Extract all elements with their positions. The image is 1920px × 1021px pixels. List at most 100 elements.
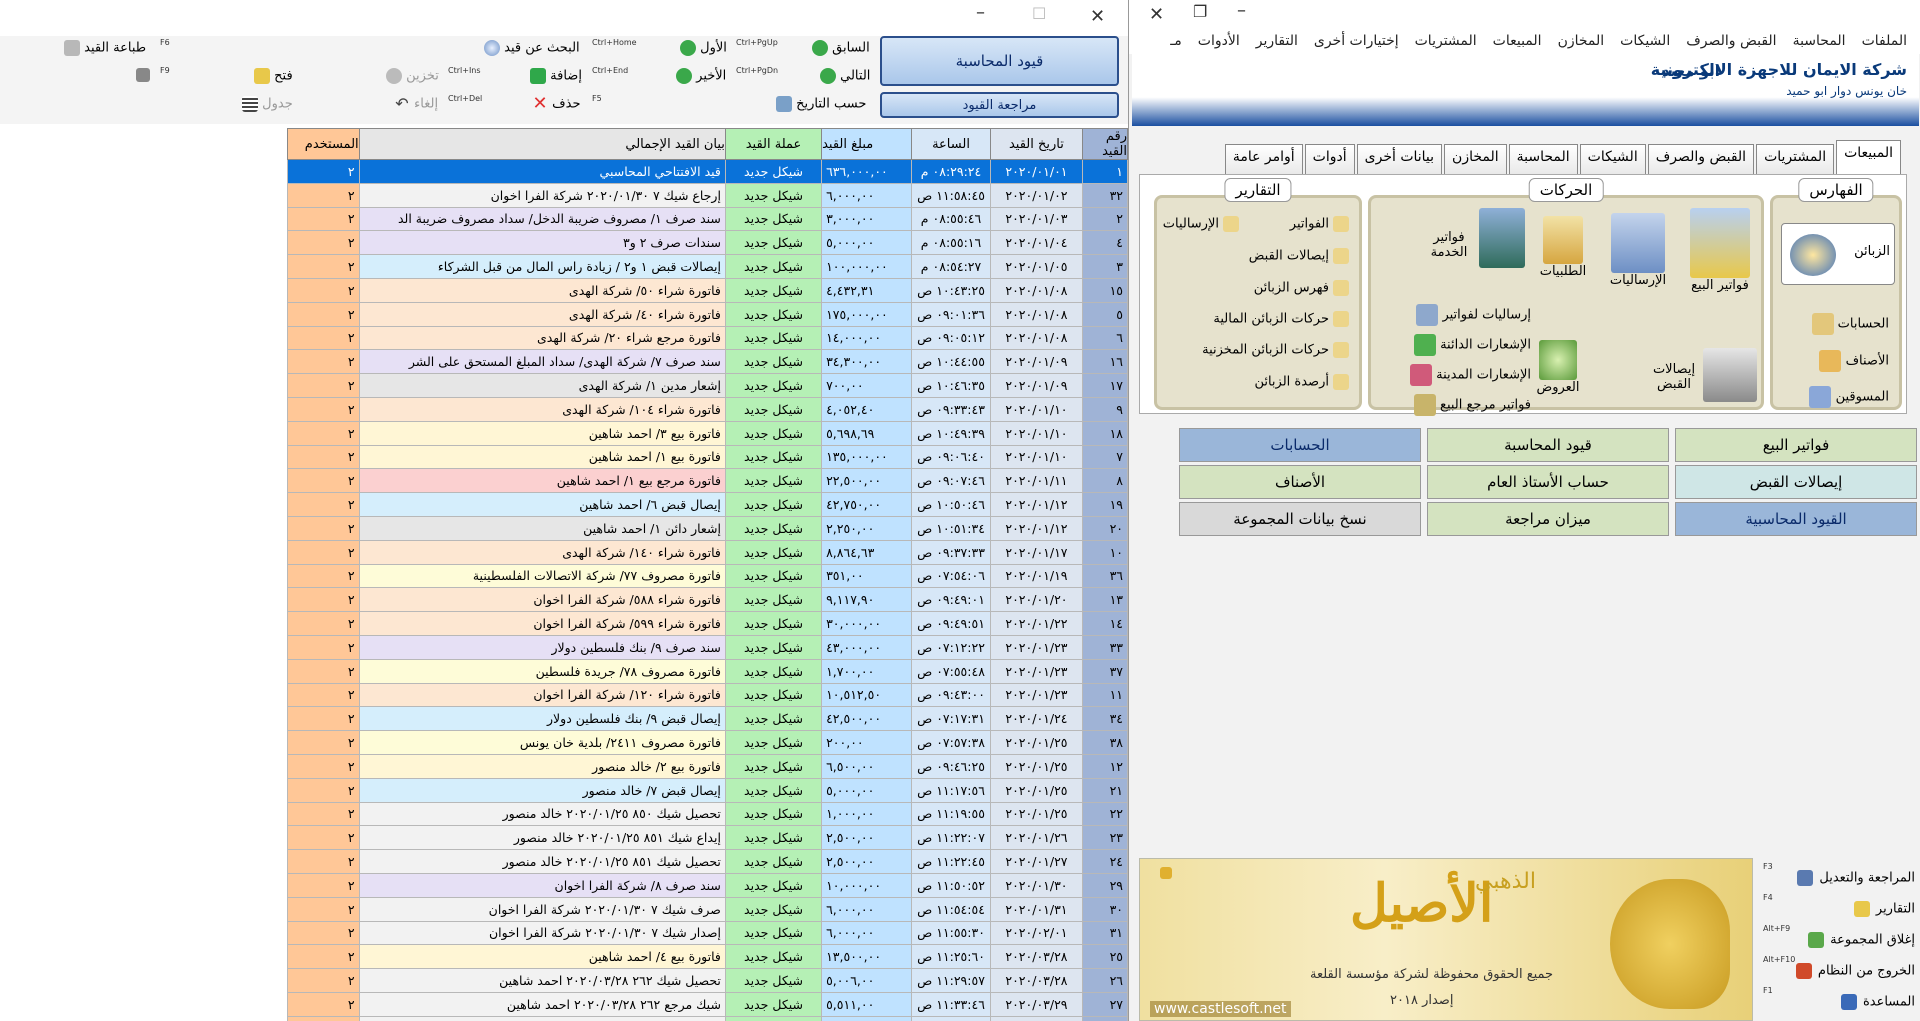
report-customers-index-item[interactable]: فهرس الزبائن	[1254, 280, 1349, 296]
table-row[interactable]: ٣ ٢٠٢٠/٠١/٠٥ ٠٨:٥٤:٢٧ م ١٠٠,٠٠٠,٠٠ شيكل جديد…	[287, 254, 1128, 279]
table-row[interactable]: ٢٨٢٠٢٠/٠٣/٢٩١١:٤٧:٥٠ ص٥,٠٠٠,٠٠شيكل جديدس…	[287, 1015, 1128, 1021]
credit-notes-item[interactable]: الإشعارات الدائنة	[1410, 334, 1531, 356]
journal-entries-button[interactable]: قيود المحاسبة	[880, 36, 1119, 86]
table-row[interactable]: ٨ ٢٠٢٠/٠١/١١ ٠٩:٠٧:٤٦ ص ٢٢,٥٠٠,٠٠ شيكل جديد ف…	[287, 468, 1128, 494]
quick-button[interactable]: القيود المحاسبية	[1675, 502, 1917, 536]
column-header[interactable]: المستخدم	[287, 128, 360, 160]
tab-item[interactable]: المشتريات	[1756, 144, 1835, 174]
accounts-item[interactable]: الحسابات	[1808, 313, 1889, 335]
menu-item[interactable]: الأدوات	[1190, 33, 1248, 49]
delete-button[interactable]: حذف ✕	[528, 95, 580, 113]
tab-item[interactable]: القبض والصرف	[1647, 144, 1755, 174]
minimize-icon[interactable]: –	[1237, 0, 1246, 21]
receipts-item[interactable]: إيصالات القبض	[1647, 348, 1757, 402]
menu-item[interactable]: المخازن	[1550, 33, 1613, 49]
report-customer-financial-item[interactable]: حركات الزبائن المالية	[1213, 311, 1349, 327]
quick-button[interactable]: ميزان مراجعة	[1427, 502, 1669, 536]
next-button[interactable]: التالي	[816, 68, 870, 84]
side-button[interactable]: المراجعة والتعديل	[1797, 870, 1915, 886]
dispatches-item[interactable]: الإرساليات	[1601, 213, 1675, 288]
column-header[interactable]: الساعة	[911, 128, 991, 160]
menu-item[interactable]: إختيارات أخرى	[1306, 33, 1407, 49]
table-row[interactable]: ٦ ٢٠٢٠/٠١/٠٨ ٠٩:٠٥:١٢ ص ١٤,٠٠٠,٠٠ شيكل جديد ف…	[287, 325, 1128, 351]
save-button[interactable]: تخزين	[382, 68, 439, 84]
marketers-item[interactable]: المسوقين	[1805, 386, 1889, 408]
open-button[interactable]: فتح	[250, 68, 293, 84]
menu-item[interactable]: القبض والصرف	[1678, 33, 1784, 49]
table-row[interactable]: ١٢ ٢٠٢٠/٠١/٢٥ ٠٩:٤٦:٢٥ ص ٦,٥٠٠,٠٠ شيكل جديد ف…	[287, 753, 1128, 779]
table-row[interactable]: ٣١ ٢٠٢٠/٠٢/٠١ ١١:٥٥:٣٠ ص ٦,٠٠٠,٠٠ شيكل جديد إ…	[287, 920, 1128, 946]
close-icon[interactable]: ✕	[1090, 6, 1105, 27]
first-button[interactable]: الأول	[676, 40, 727, 56]
dispatch-invoices-item[interactable]: إرساليات لفواتير	[1412, 304, 1531, 326]
by-date-button[interactable]: حسب التاريخ	[772, 96, 866, 112]
table-row[interactable]: ٣٣ ٢٠٢٠/٠١/٢٣ ٠٧:١٢:٢٢ ص ٤٣,٠٠٠,٠٠ شيكل جديد…	[287, 634, 1128, 660]
items-item[interactable]: الأصناف	[1815, 350, 1889, 372]
side-button[interactable]: المساعدة	[1840, 994, 1915, 1010]
table-row[interactable]: ٢٥ ٢٠٢٠/٠٣/٢٨ ١١:٢٥:٦٠ ص ١٣,٥٠٠,٠٠ شيكل جديد…	[287, 944, 1128, 970]
quick-button[interactable]: نسخ بيانات المجموعة	[1179, 502, 1421, 536]
table-row[interactable]: ١١ ٢٠٢٠/٠١/٢٣ ٠٩:٤٣:٠٠ ص ١٠,٥١٢,٥٠ شيكل جديد…	[287, 682, 1128, 708]
table-row[interactable]: ٩ ٢٠٢٠/٠١/١٠ ٠٩:٣٣:٤٣ ص ٤,٠٥٢,٤٠ شيكل جديد فا…	[287, 396, 1128, 422]
quick-button[interactable]: إيصالات القبض	[1675, 465, 1917, 499]
quick-button[interactable]: فواتير البيع	[1675, 428, 1917, 462]
table-button[interactable]: جدول	[238, 96, 293, 112]
add-button[interactable]: إضافة	[526, 68, 582, 84]
side-button[interactable]: الخروج من النظام	[1795, 963, 1915, 979]
table-row[interactable]: ١٥ ٢٠٢٠/٠١/٠٨ ١٠:٤٣:٢٥ ص ٤,٤٣٢,٣١ شيكل جديد ف…	[287, 277, 1128, 303]
table-row[interactable]: ١٣ ٢٠٢٠/٠١/٢٠ ٠٩:٤٩:٠١ ص ٩,١١٧,٩٠ شيكل جديد ف…	[287, 587, 1128, 613]
table-row[interactable]: ٢٤ ٢٠٢٠/٠١/٢٧ ١١:٢٢:٤٥ ص ٢,٥٠٠,٠٠ شيكل جديد ت…	[287, 849, 1128, 874]
maximize-icon[interactable]: ☐	[1032, 4, 1046, 23]
table-row[interactable]: ٢٠ ٢٠٢٠/٠١/١٢ ١٠:٥١:٣٤ ص ٢,٢٥٠,٠٠ شيكل جديد إ…	[287, 515, 1128, 541]
column-header[interactable]: بيان القيد الإجمالي	[358, 128, 726, 160]
table-row[interactable]: ١٦ ٢٠٢٠/٠١/٠٩ ١٠:٤٤:٥٥ ص ٣٤,٣٠٠,٠٠ شيكل جديد…	[287, 349, 1128, 375]
review-entries-button[interactable]: مراجعة القيود	[880, 92, 1119, 118]
tab-item[interactable]: أوامر عامة	[1224, 144, 1303, 174]
report-receipts-item[interactable]: إيصالات القبض	[1249, 248, 1349, 264]
side-button[interactable]: إغلاق المجموعة	[1808, 932, 1915, 948]
column-header[interactable]: تاريخ القيد	[989, 128, 1083, 160]
tab-item[interactable]: أدوات	[1304, 144, 1355, 174]
table-row[interactable]: ٤ ٢٠٢٠/٠١/٠٤ ٠٨:٥٥:١٦ م ٥,٠٠٠,٠٠ شيكل جديد سن…	[287, 230, 1128, 256]
menu-item[interactable]: المحاسبة	[1785, 33, 1854, 49]
menu-item[interactable]: الملفات	[1854, 33, 1915, 49]
sales-invoices-item[interactable]: فواتير البيع	[1683, 208, 1757, 293]
report-customer-stock-item[interactable]: حركات الزبائن المخزنية	[1202, 342, 1349, 358]
table-row[interactable]: ٢١ ٢٠٢٠/٠١/٢٥ ١١:١٧:٥٦ ص ٥,٠٠٠,٠٠ شيكل جديد إ…	[287, 777, 1128, 803]
table-row[interactable]: ٣٧ ٢٠٢٠/٠١/٢٣ ٠٧:٥٥:٤٨ ص ١,٧٠٠,٠٠ شيكل جديد ف…	[287, 658, 1128, 684]
report-dispatches-item[interactable]: الإرساليات	[1163, 216, 1239, 232]
table-row[interactable]: ١ ٢٠٢٠/٠١/٠١ ٠٨:٢٩:٢٤ م ٦٣٦,٠٠٠,٠٠ شيكل جديد…	[287, 159, 1128, 184]
minimize-icon[interactable]: –	[976, 2, 985, 23]
grid-icon[interactable]	[136, 68, 150, 82]
tab-item[interactable]: بيانات أخرى	[1356, 144, 1443, 174]
table-row[interactable]: ٢٣ ٢٠٢٠/٠١/٢٦ ١١:٢٢:٠٧ ص ٢,٥٠٠,٠٠ شيكل جديد إ…	[287, 825, 1128, 851]
menu-item[interactable]: مـ	[1162, 33, 1190, 49]
table-row[interactable]: ٧ ٢٠٢٠/٠١/١٠ ٠٩:٠٦:٤٠ ص ١٣٥,٠٠٠,٠٠ شيكل جديد…	[287, 444, 1128, 470]
service-invoices-item[interactable]: فواتير الخدمة	[1415, 208, 1525, 268]
tab-item[interactable]: المخازن	[1444, 144, 1507, 174]
table-row[interactable]: ٣٤ ٢٠٢٠/٠١/٢٤ ٠٧:١٧:٣١ ص ٤٢,٥٠٠,٠٠ شيكل جديد…	[287, 706, 1128, 732]
last-button[interactable]: الأخير	[672, 68, 726, 84]
table-row[interactable]: ١٩ ٢٠٢٠/٠١/١٢ ١٠:٥٠:٤٦ ص ٤٢,٧٥٠,٠٠ شيكل جديد…	[287, 492, 1128, 517]
report-customer-balances-item[interactable]: أرصدة الزبائن	[1254, 374, 1349, 390]
table-row[interactable]: ٣٦ ٢٠٢٠/٠١/١٩ ٠٧:٥٤:٠٦ ص ٣٥١,٠٠ شيكل جديد فات…	[287, 563, 1128, 589]
table-row[interactable]: ٣٢ ٢٠٢٠/٠١/٠٢ ١١:٥٨:٤٥ ص ٦,٠٠٠,٠٠ شيكل جديد إ…	[287, 182, 1128, 208]
menu-item[interactable]: المبيعات	[1485, 33, 1550, 49]
quick-button[interactable]: الحسابات	[1179, 428, 1421, 462]
orders-item[interactable]: الطلبيات	[1531, 216, 1595, 279]
table-row[interactable]: ٢٧ ٢٠٢٠/٠٣/٢٩ ١١:٣٣:٤٦ ص ٥,٥١١,٠٠ شيكل جديد ش…	[287, 991, 1128, 1017]
table-row[interactable]: ٣٨ ٢٠٢٠/٠١/٢٥ ٠٧:٥٧:٣٨ ص ٢٠٠,٠٠ شيكل جديد فات…	[287, 730, 1128, 755]
tab-item[interactable]: الشيكات	[1579, 144, 1646, 174]
table-row[interactable]: ١٨ ٢٠٢٠/٠١/١٠ ١٠:٤٩:٣٩ ص ٥,٦٩٨,٦٩ شيكل جديد ف…	[287, 420, 1128, 446]
table-row[interactable]: ٢٦ ٢٠٢٠/٠٣/٢٨ ١١:٢٩:٥٧ ص ٥,٠٠٦,٠٠ شيكل جديد ت…	[287, 968, 1128, 993]
search-entry-button[interactable]: البحث عن قيد	[480, 40, 580, 56]
table-row[interactable]: ١٠ ٢٠٢٠/٠١/١٧ ٠٩:٣٧:٣٣ ص ٨,٨٦٤,٦٣ شيكل جديد ف…	[287, 539, 1128, 565]
table-row[interactable]: ٣٠ ٢٠٢٠/٠١/٣١ ١١:٥٤:٥٤ ص ٦,٠٠٠,٠٠ شيكل جديد ص…	[287, 896, 1128, 922]
table-row[interactable]: ٢٩ ٢٠٢٠/٠١/٣٠ ١١:٥٠:٥٢ ص ١٠,٠٠٠,٠٠ شيكل جديد…	[287, 872, 1128, 898]
report-invoices-item[interactable]: الفواتير	[1290, 216, 1349, 232]
menu-item[interactable]: التقارير	[1248, 33, 1306, 49]
table-row[interactable]: ٢٢ ٢٠٢٠/٠١/٢٥ ١١:١٩:٥٥ ص ١,٠٠٠,٠٠ شيكل جديد ت…	[287, 801, 1128, 827]
table-row[interactable]: ٥ ٢٠٢٠/٠١/٠٨ ٠٩:٠١:٣٦ ص ١٧٥,٠٠٠,٠٠ شيكل جديد…	[287, 301, 1128, 327]
tab-item[interactable]: المحاسبة	[1508, 144, 1578, 174]
restore-icon[interactable]: ❐	[1193, 2, 1207, 21]
